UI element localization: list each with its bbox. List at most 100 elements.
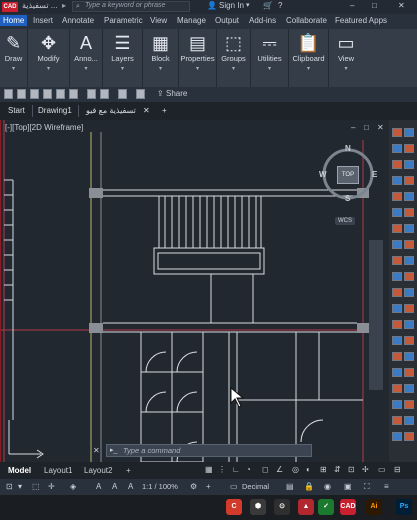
tab-collaborate[interactable]: Collaborate [286, 16, 327, 25]
undo-icon[interactable] [100, 89, 109, 99]
palette-icon[interactable] [404, 320, 414, 329]
palette-icon[interactable] [392, 144, 402, 153]
palette-icon[interactable] [404, 336, 414, 345]
palette-icon[interactable] [404, 144, 414, 153]
user-icon[interactable]: 👤 [207, 1, 217, 10]
tab-view[interactable]: View [150, 16, 167, 25]
palette-icon[interactable] [392, 272, 402, 281]
wcs-menu[interactable]: WCS [335, 217, 355, 225]
palette-icon[interactable] [392, 176, 402, 185]
open-file-icon[interactable] [17, 89, 26, 99]
ribbon-group-layers[interactable]: ☰ Layers ▾ [103, 29, 143, 87]
viewport-close-icon[interactable]: ✕ [377, 123, 384, 132]
selection-icon[interactable]: ⬚ [32, 482, 40, 491]
palette-icon[interactable] [404, 384, 414, 393]
save-as-icon[interactable] [43, 89, 52, 99]
transparency-icon[interactable]: ◐ [306, 465, 311, 474]
palette-icon[interactable] [404, 240, 414, 249]
selection-cycling-icon[interactable]: ⊞ [320, 465, 327, 474]
palette-icon[interactable] [392, 368, 402, 377]
viewport-minimize-icon[interactable]: – [351, 123, 355, 132]
palette-icon[interactable] [392, 240, 402, 249]
clean-screen-icon[interactable]: ⛶ [364, 482, 370, 492]
palette-icon[interactable] [404, 352, 414, 361]
viewcube-east[interactable]: E [372, 170, 377, 179]
dyn-icon[interactable]: ⊡ [348, 465, 355, 474]
ducs-icon[interactable]: ⇵ [334, 465, 341, 474]
chevron-down-icon[interactable]: ▾ [28, 65, 69, 72]
taskbar-app-icon[interactable]: CAD [340, 499, 356, 515]
viewcube-south[interactable]: S [345, 194, 350, 203]
minimize-button[interactable]: – [350, 1, 354, 10]
palette-icon[interactable] [392, 208, 402, 217]
viewcube-north[interactable]: N [345, 144, 351, 153]
ribbon-group-block[interactable]: ▦ Block ▾ [143, 29, 179, 87]
otrack-icon[interactable]: ∠ [276, 465, 283, 474]
add-tab-button[interactable]: + [162, 106, 167, 115]
ribbon-group-annotation[interactable]: A Anno... ▾ [70, 29, 103, 87]
chevron-down-icon[interactable]: ▾ [103, 65, 142, 72]
viewport-controls-label[interactable]: [-][Top][2D Wireframe] [5, 123, 83, 132]
units-icon[interactable]: ▭ [230, 482, 238, 491]
viewcube-west[interactable]: W [319, 170, 327, 179]
annotation-visibility-icon[interactable]: A [96, 482, 101, 491]
palette-icon[interactable] [404, 416, 414, 425]
maximize-button[interactable]: □ [372, 1, 377, 10]
sc-icon[interactable]: ⊟ [394, 465, 401, 474]
tab-annotate[interactable]: Annotate [62, 16, 94, 25]
tab-layout1[interactable]: Layout1 [44, 466, 72, 475]
palette-icon[interactable] [392, 160, 402, 169]
new-file-icon[interactable] [4, 89, 13, 99]
isodraft-icon[interactable]: ◈ [70, 482, 76, 491]
palette-icon[interactable] [404, 368, 414, 377]
chevron-down-icon[interactable]: ▾ [217, 65, 250, 72]
annotation-scale-value[interactable]: 1:1 / 100% [142, 482, 178, 491]
cart-icon[interactable]: 🛒 [263, 1, 273, 10]
snap-icon[interactable]: ⋮ [218, 465, 226, 474]
palette-icon[interactable] [392, 304, 402, 313]
close-button[interactable]: ✕ [398, 1, 405, 10]
workspace-gear-icon[interactable]: ⚙ [190, 482, 197, 491]
palette-icon[interactable] [392, 256, 402, 265]
palette-icon[interactable] [404, 192, 414, 201]
ribbon-group-utilities[interactable]: ⎓ Utilities ▾ [251, 29, 289, 87]
tab-active-document[interactable]: تسفيذية مع فيو [86, 106, 136, 115]
palette-icon[interactable] [392, 128, 402, 137]
sign-in-button[interactable]: Sign In [219, 1, 244, 10]
palette-icon[interactable] [404, 256, 414, 265]
chevron-down-icon[interactable]: ▾ [70, 65, 102, 72]
command-line-close-icon[interactable]: ✕ [93, 446, 100, 455]
share-icon[interactable]: ⇪ [157, 89, 164, 98]
qp-icon[interactable]: ▭ [378, 465, 386, 474]
chevron-down-icon[interactable]: ▾ [251, 65, 288, 72]
grid-icon[interactable]: ▦ [205, 465, 213, 474]
lock-ui-icon[interactable]: 🔒 [304, 482, 314, 491]
isolate-objects-icon[interactable]: ◉ [324, 482, 331, 491]
web-save-icon[interactable] [69, 89, 78, 99]
palette-icon[interactable] [392, 320, 402, 329]
tab-manage[interactable]: Manage [177, 16, 206, 25]
tab-home[interactable]: Home [0, 15, 28, 26]
chevron-down-icon[interactable]: ▾ [329, 65, 363, 72]
tab-featured-apps[interactable]: Featured Apps [335, 16, 387, 25]
chevron-down-icon[interactable]: ▾ [179, 65, 216, 72]
palette-icon[interactable] [404, 400, 414, 409]
palette-icon[interactable] [404, 160, 414, 169]
ribbon-group-view[interactable]: ▭ View ▾ [329, 29, 363, 87]
lineweight-icon[interactable]: ◎ [292, 465, 299, 474]
help-icon[interactable]: ? [278, 1, 282, 10]
taskbar-app-icon[interactable]: ✓ [318, 499, 334, 515]
autoscale-icon[interactable]: A [112, 482, 117, 491]
annotation-add-icon[interactable]: + [206, 482, 211, 491]
customization-icon[interactable]: ≡ [384, 482, 389, 491]
palette-icon[interactable] [404, 288, 414, 297]
tab-drawing1[interactable]: Drawing1 [38, 106, 72, 115]
tab-start[interactable]: Start [8, 106, 25, 115]
redo-icon[interactable] [118, 89, 127, 99]
annotation-scale-icon[interactable]: A [128, 482, 133, 491]
tab-layout2[interactable]: Layout2 [84, 466, 112, 475]
taskbar-app-icon[interactable]: ▲ [298, 499, 314, 515]
add-layout-button[interactable]: + [126, 466, 131, 475]
palette-icon[interactable] [392, 384, 402, 393]
tab-insert[interactable]: Insert [33, 16, 53, 25]
